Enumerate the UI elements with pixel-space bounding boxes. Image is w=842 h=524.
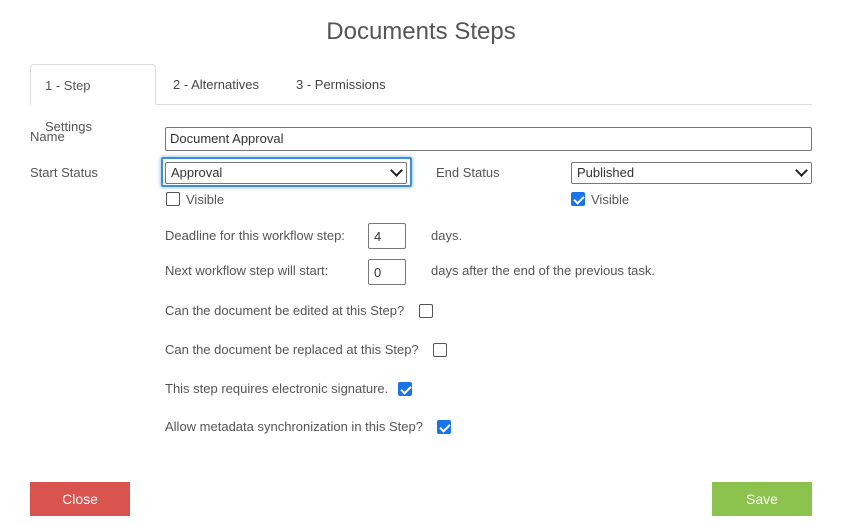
next-step-unit: days after the end of the previous task. xyxy=(431,263,656,278)
replaced-label: Can the document be replaced at this Ste… xyxy=(165,342,419,357)
start-visible-checkbox[interactable] xyxy=(166,192,180,206)
end-status-value: Published xyxy=(577,165,635,180)
signature-label: This step requires electronic signature. xyxy=(165,381,389,396)
start-status-label: Start Status xyxy=(30,165,98,180)
start-status-select[interactable]: Approval xyxy=(165,162,407,184)
dialog-title: Documents Steps xyxy=(326,18,516,45)
tab-step-settings[interactable]: 1 - Step Settings xyxy=(30,64,156,134)
close-button[interactable]: Close xyxy=(30,482,130,516)
end-visible-checkbox[interactable] xyxy=(571,192,585,206)
name-input[interactable]: Document Approval xyxy=(165,127,812,151)
tab-alternatives[interactable]: 2 - Alternatives xyxy=(159,64,273,105)
metadata-checkbox[interactable] xyxy=(437,420,451,434)
tab-bar: 1 - Step Settings 2 - Alternatives 3 - P… xyxy=(30,64,812,134)
deadline-unit: days. xyxy=(431,228,463,243)
end-status-label: End Status xyxy=(436,165,500,180)
signature-checkbox[interactable] xyxy=(398,382,412,396)
deadline-input[interactable]: 4 xyxy=(368,223,406,249)
save-button[interactable]: Save xyxy=(712,482,812,516)
chevron-down-icon xyxy=(390,164,403,177)
edited-label: Can the document be edited at this Step? xyxy=(165,303,405,318)
next-step-label: Next workflow step will start: xyxy=(165,263,329,278)
tab-permissions[interactable]: 3 - Permissions xyxy=(282,64,400,105)
metadata-label: Allow metadata synchronization in this S… xyxy=(165,419,423,434)
end-status-select[interactable]: Published xyxy=(571,162,812,184)
documents-steps-dialog: Documents Steps 1 - Step Settings 2 - Al… xyxy=(0,0,842,524)
end-visible-label: Visible xyxy=(591,192,630,207)
replaced-checkbox[interactable] xyxy=(433,343,447,357)
deadline-label: Deadline for this workflow step: xyxy=(165,228,345,243)
next-step-input[interactable]: 0 xyxy=(368,259,406,285)
start-visible-label: Visible xyxy=(186,192,225,207)
edited-checkbox[interactable] xyxy=(419,304,433,318)
chevron-down-icon xyxy=(795,164,808,177)
start-status-value: Approval xyxy=(171,165,223,180)
